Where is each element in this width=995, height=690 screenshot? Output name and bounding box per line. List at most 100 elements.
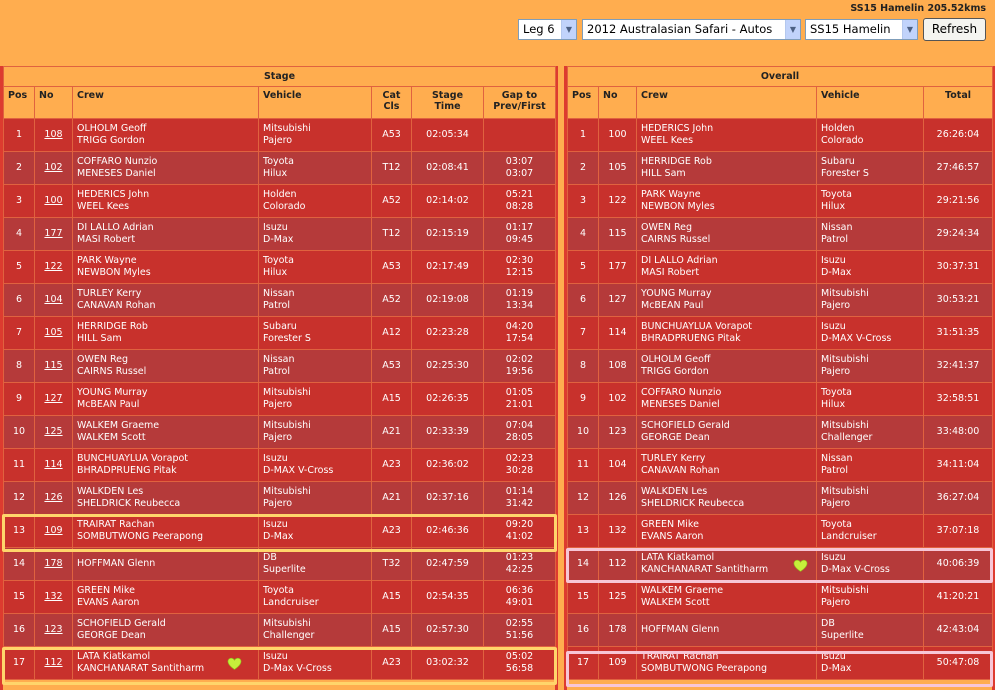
total-time-cell: 26:26:04 — [922, 118, 994, 152]
stage-time-cell: 02:37:16 — [411, 481, 484, 515]
car-number-link[interactable]: 104 — [34, 283, 73, 317]
chevron-down-icon[interactable]: ▼ — [902, 20, 917, 39]
car-number-link[interactable]: 178 — [34, 547, 73, 581]
car-number[interactable]: 123 — [44, 624, 62, 635]
pos-cell: 14 — [567, 547, 599, 581]
overall-row[interactable]: 17 109 TRAIRAT Rachan SOMBUTWONG Peerapong I… — [567, 646, 994, 680]
chevron-down-icon[interactable]: ▼ — [561, 20, 576, 39]
overall-row[interactable]: 13 132 GREEN Mike EVANS Aaron Toyota Landcrui… — [567, 514, 994, 548]
stage-select[interactable]: SS15 Hamelin ▼ — [805, 19, 918, 40]
pos-cell: 10 — [567, 415, 599, 449]
stage-row[interactable]: 11 114 BUNCHUAYLUA Vorapot BHRADPRUENG Pita… — [3, 448, 556, 482]
col-crew[interactable]: Crew — [636, 86, 817, 119]
car-number-link[interactable]: 177 — [34, 217, 73, 251]
car-number[interactable]: 126 — [44, 492, 62, 503]
car-number[interactable]: 102 — [44, 162, 62, 173]
col-pos[interactable]: Pos — [567, 86, 599, 119]
stage-row[interactable]: 5 122 PARK Wayne NEWBON Myles Toyota Hilux A53… — [3, 250, 556, 284]
codriver-name: McBEAN Paul — [641, 300, 704, 311]
car-number-link[interactable]: 109 — [34, 514, 73, 548]
col-no[interactable]: No — [598, 86, 637, 119]
car-number-link[interactable]: 125 — [34, 415, 73, 449]
stage-row[interactable]: 13 109 TRAIRAT Rachan SOMBUTWONG Peerapong I… — [3, 514, 556, 548]
car-number-link[interactable]: 108 — [34, 118, 73, 152]
stage-row[interactable]: 3 100 HEDERICS John WEEL Kees Holden Colorado… — [3, 184, 556, 218]
car-number-link[interactable]: 123 — [34, 613, 73, 647]
overall-row[interactable]: 15 125 WALKEM Graeme WALKEM Scott Mitsubishi… — [567, 580, 994, 614]
refresh-button[interactable]: Refresh — [923, 18, 986, 41]
overall-row[interactable]: 10 123 SCHOFIELD Gerald GEORGE Dean Mitsubis… — [567, 415, 994, 449]
event-select[interactable]: 2012 Australasian Safari - Autos ▼ — [582, 19, 801, 40]
col-total[interactable]: Total — [922, 86, 994, 119]
car-number[interactable]: 114 — [44, 459, 62, 470]
car-number[interactable]: 115 — [44, 360, 62, 371]
car-number-link[interactable]: 132 — [34, 580, 73, 614]
col-vehicle[interactable]: Vehicle — [816, 86, 924, 119]
chevron-down-icon[interactable]: ▼ — [785, 20, 800, 39]
car-number-link[interactable]: 112 — [34, 646, 73, 680]
overall-row[interactable]: 14 112 LATA Kiatkamol KANCHANARAT Santithar… — [567, 547, 994, 581]
car-number[interactable]: 178 — [44, 558, 62, 569]
car-number[interactable]: 127 — [44, 393, 62, 404]
stage-row[interactable]: 15 132 GREEN Mike EVANS Aaron Toyota Landcrui… — [3, 580, 556, 614]
stage-row[interactable]: 8 115 OWEN Reg CAIRNS Russel Nissan Patrol A53… — [3, 349, 556, 383]
vehicle-model: D-Max — [821, 663, 852, 674]
car-number[interactable]: 104 — [44, 294, 62, 305]
vehicle-model: Patrol — [263, 300, 290, 311]
overall-row[interactable]: 11 104 TURLEY Kerry CANAVAN Rohan Nissan Patr… — [567, 448, 994, 482]
car-number[interactable]: 108 — [44, 129, 62, 140]
stage-row[interactable]: 16 123 SCHOFIELD Gerald GEORGE Dean Mitsubis… — [3, 613, 556, 647]
col-gap[interactable]: Gap to Prev/First — [483, 86, 556, 119]
car-number[interactable]: 100 — [44, 195, 62, 206]
stage-row[interactable]: 1 108 OLHOLM Geoff TRIGG Gordon Mitsubishi Pa… — [3, 118, 556, 152]
overall-row[interactable]: 4 115 OWEN Reg CAIRNS Russel Nissan Patrol 29:… — [567, 217, 994, 251]
car-number-link[interactable]: 127 — [34, 382, 73, 416]
col-stage-time[interactable]: Stage Time — [411, 86, 484, 119]
car-number-link[interactable]: 126 — [34, 481, 73, 515]
overall-row[interactable]: 16 178 HOFFMAN Glenn DB Superlite 42:43:04 — [567, 613, 994, 647]
overall-row[interactable]: 6 127 YOUNG Murray McBEAN Paul Mitsubishi Paj… — [567, 283, 994, 317]
car-number-link[interactable]: 102 — [34, 151, 73, 185]
stage-row[interactable]: 6 104 TURLEY Kerry CANAVAN Rohan Nissan Patro… — [3, 283, 556, 317]
car-number[interactable]: 177 — [44, 228, 62, 239]
car-number[interactable]: 112 — [44, 657, 62, 668]
car-number-link[interactable]: 114 — [34, 448, 73, 482]
car-number-link[interactable]: 105 — [34, 316, 73, 350]
car-number[interactable]: 132 — [44, 591, 62, 602]
overall-row[interactable]: 2 105 HERRIDGE Rob HILL Sam Subaru Forester S… — [567, 151, 994, 185]
total-time-cell: 29:24:34 — [922, 217, 994, 251]
stage-row[interactable]: 14 178 HOFFMAN Glenn DB Superlite T32 02:47:59… — [3, 547, 556, 581]
gap-cell: 05:21 08:28 — [483, 184, 556, 218]
vehicle-cell: Mitsubishi Pajero — [258, 118, 372, 152]
leg-select[interactable]: Leg 6 ▼ — [518, 19, 577, 40]
stage-row[interactable]: 12 126 WALKDEN Les SHELDRICK Reubecca Mitsub… — [3, 481, 556, 515]
col-vehicle[interactable]: Vehicle — [258, 86, 372, 119]
stage-row[interactable]: 2 102 COFFARO Nunzio MENESES Daniel Toyota Hi… — [3, 151, 556, 185]
col-pos[interactable]: Pos — [3, 86, 35, 119]
stage-row[interactable]: 17 112 LATA Kiatkamol KANCHANARAT Santithar… — [3, 646, 556, 680]
gap-prev: 01:23 — [505, 552, 534, 563]
col-crew[interactable]: Crew — [72, 86, 259, 119]
car-number-link[interactable]: 115 — [34, 349, 73, 383]
overall-row[interactable]: 9 102 COFFARO Nunzio MENESES Daniel Toyota Hi… — [567, 382, 994, 416]
overall-row[interactable]: 12 126 WALKDEN Les SHELDRICK Reubecca Mitsub… — [567, 481, 994, 515]
overall-row[interactable]: 5 177 DI LALLO Adrian MASI Robert Isuzu D-Max… — [567, 250, 994, 284]
overall-row[interactable]: 8 108 OLHOLM Geoff TRIGG Gordon Mitsubishi Pa… — [567, 349, 994, 383]
car-number-link[interactable]: 122 — [34, 250, 73, 284]
overall-row[interactable]: 3 122 PARK Wayne NEWBON Myles Toyota Hilux 29:… — [567, 184, 994, 218]
stage-row[interactable]: 4 177 DI LALLO Adrian MASI Robert Isuzu D-Max… — [3, 217, 556, 251]
col-no[interactable]: No — [34, 86, 73, 119]
pos-cell: 16 — [3, 613, 35, 647]
stage-row[interactable]: 7 105 HERRIDGE Rob HILL Sam Subaru Forester S… — [3, 316, 556, 350]
car-number[interactable]: 109 — [44, 525, 62, 536]
col-cat-cls[interactable]: Cat Cls — [371, 86, 412, 119]
car-number[interactable]: 125 — [44, 426, 62, 437]
stage-row[interactable]: 10 125 WALKEM Graeme WALKEM Scott Mitsubishi… — [3, 415, 556, 449]
stage-row[interactable]: 9 127 YOUNG Murray McBEAN Paul Mitsubishi Paj… — [3, 382, 556, 416]
overall-row[interactable]: 7 114 BUNCHUAYLUA Vorapot BHRADPRUENG Pitak… — [567, 316, 994, 350]
car-number-link[interactable]: 100 — [34, 184, 73, 218]
car-number[interactable]: 122 — [44, 261, 62, 272]
overall-row[interactable]: 1 100 HEDERICS John WEEL Kees Holden Colorado… — [567, 118, 994, 152]
gap-first: 31:42 — [505, 498, 534, 509]
car-number[interactable]: 105 — [44, 327, 62, 338]
